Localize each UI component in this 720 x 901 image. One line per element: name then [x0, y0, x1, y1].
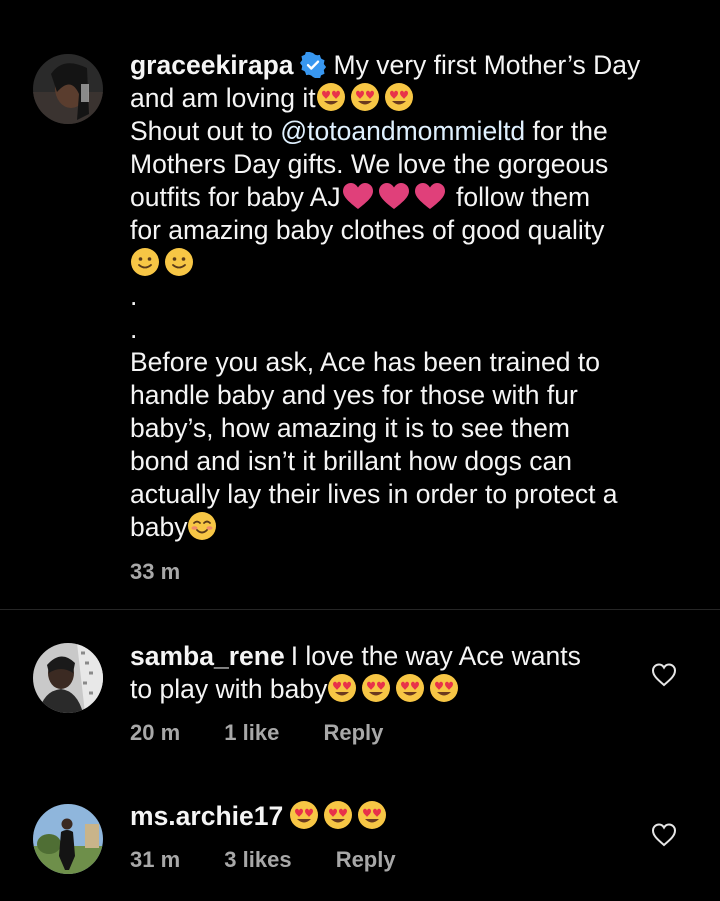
caption-line-3-end: for the — [525, 116, 608, 146]
pink-heart-emoji — [341, 182, 375, 210]
caption-username[interactable]: graceekirapa — [130, 50, 294, 80]
heart-eyes-emoji — [429, 673, 459, 703]
caption-dot-1: . — [130, 281, 138, 311]
blushing-face-emoji — [187, 511, 217, 541]
like-heart-icon[interactable] — [651, 822, 677, 848]
caption-dot-2: . — [130, 314, 138, 344]
avatar-image — [33, 643, 103, 713]
comment-meta: 20 m 1 like Reply — [130, 720, 421, 746]
verified-badge-icon — [299, 52, 326, 78]
heart-eyes-emoji — [361, 673, 391, 703]
comment-text-line-1: I love the way Ace wants — [290, 641, 581, 671]
comment-text-line-2: to play with baby — [130, 674, 328, 704]
caption-meta: 33 m — [130, 559, 218, 585]
caption-line-13: baby — [130, 512, 188, 542]
heart-eyes-emoji — [357, 800, 387, 830]
comment-text: ms.archie17 — [130, 800, 630, 833]
avatar[interactable] — [33, 54, 103, 124]
comment-text: samba_rene I love the way Ace wants to pl… — [130, 640, 630, 706]
comment-timestamp: 20 m — [130, 720, 181, 745]
avatar[interactable] — [33, 804, 103, 874]
reply-button[interactable]: Reply — [323, 720, 383, 745]
caption-line-9: handle baby and yes for those with fur — [130, 380, 578, 410]
pink-heart-emoji — [377, 182, 411, 210]
smiling-face-emoji — [164, 247, 194, 277]
comment-meta: 31 m 3 likes Reply — [130, 847, 434, 873]
pink-heart-emoji — [413, 182, 447, 210]
heart-eyes-emoji — [327, 673, 357, 703]
mention-link[interactable]: @totoandmommieltd — [280, 116, 525, 146]
comment-like-count[interactable]: 1 like — [224, 720, 279, 745]
avatar-image — [33, 804, 103, 874]
reply-button[interactable]: Reply — [336, 847, 396, 872]
heart-eyes-emoji — [323, 800, 353, 830]
caption-line-11: bond and isn’t it brillant how dogs can — [130, 446, 572, 476]
caption-line-10: baby’s, how amazing it is to see them — [130, 413, 570, 443]
caption-line-8: Before you ask, Ace has been trained to — [130, 347, 600, 377]
caption-line-6: for amazing baby clothes of good quality — [130, 215, 605, 245]
caption-line-4: Mothers Day gifts. We love the gorgeous — [130, 149, 609, 179]
smiling-face-emoji — [130, 247, 160, 277]
comment-like-count[interactable]: 3 likes — [224, 847, 291, 872]
heart-eyes-emoji — [395, 673, 425, 703]
caption-line-3-start: Shout out to — [130, 116, 281, 146]
heart-eyes-emoji — [384, 82, 414, 112]
comment-username[interactable]: ms.archie17 — [130, 801, 283, 831]
comment-timestamp: 31 m — [130, 847, 181, 872]
heart-eyes-emoji — [289, 800, 319, 830]
caption-section: graceekirapa My very first Mother’s Day … — [0, 0, 720, 608]
caption-timestamp: 33 m — [130, 559, 181, 584]
heart-eyes-emoji — [316, 82, 346, 112]
avatar-image — [33, 54, 103, 124]
heart-eyes-emoji — [350, 82, 380, 112]
divider — [0, 609, 720, 610]
caption-line-1: My very first Mother’s Day — [333, 50, 641, 80]
caption-line-2: and am loving it — [130, 83, 316, 113]
avatar[interactable] — [33, 643, 103, 713]
caption-line-12: actually lay their lives in order to pro… — [130, 479, 618, 509]
like-heart-icon[interactable] — [651, 662, 677, 688]
comment-username[interactable]: samba_rene — [130, 641, 285, 671]
caption-line-5-end: follow them — [448, 182, 591, 212]
caption-line-5-start: outfits for baby AJ — [130, 182, 341, 212]
caption-text: graceekirapa My very first Mother’s Day … — [130, 49, 690, 544]
